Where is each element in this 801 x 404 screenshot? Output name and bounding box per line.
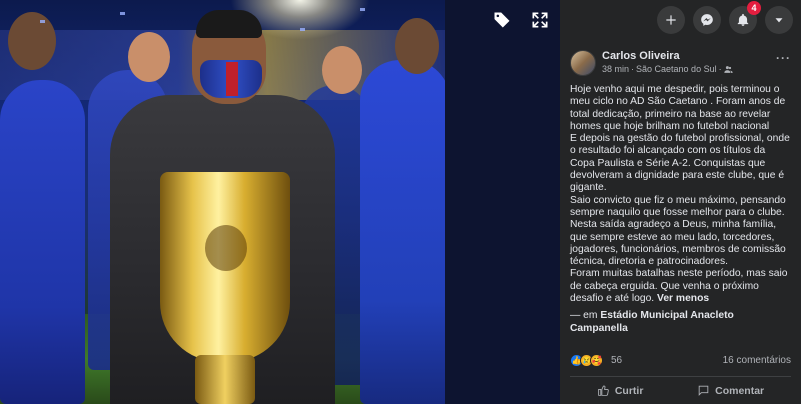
post-side-panel: 4 Carlos Oliveira 38 min · São Caetano d… (560, 0, 801, 404)
player-figure (0, 80, 85, 404)
reaction-count[interactable]: 56 (611, 355, 622, 366)
like-label: Curtir (614, 384, 644, 397)
post-options-button[interactable]: ··· (776, 50, 791, 64)
checkin-prefix: — em (570, 310, 598, 322)
confetti (300, 28, 305, 31)
add-icon (666, 15, 676, 25)
facebook-photo-viewer: 4 Carlos Oliveira 38 min · São Caetano d… (0, 0, 801, 404)
face-mask-stripe (226, 62, 238, 96)
tag-icon[interactable] (490, 8, 514, 32)
trophy-emblem (205, 225, 247, 271)
post-paragraph: Saio convicto que fiz o meu máximo, pens… (570, 194, 786, 218)
meta-separator: · (631, 64, 635, 74)
confetti (120, 12, 125, 15)
notifications-button[interactable]: 4 (729, 1, 761, 34)
photo-overlay-icons (490, 8, 552, 32)
reactions-left[interactable]: 👍 😢 🥰 56 (570, 354, 622, 367)
man-hair (196, 10, 262, 38)
post-header: Carlos Oliveira 38 min · São Caetano do … (560, 40, 801, 82)
post-time[interactable]: 38 min (602, 63, 629, 75)
comment-button[interactable]: Comentar (687, 380, 774, 401)
post-paragraph: E depois na gestão do futebol profission… (570, 133, 790, 194)
player-head (128, 32, 170, 82)
bell-icon (737, 13, 749, 26)
player-head (322, 46, 362, 94)
care-reaction-icon: 🥰 (590, 354, 603, 367)
see-less-link[interactable]: Ver menos (657, 293, 709, 304)
post-photo[interactable] (0, 0, 445, 404)
thumbs-up-icon (598, 385, 609, 396)
comment-label: Comentar (715, 384, 765, 397)
friends-icon[interactable] (723, 65, 733, 74)
expand-icon[interactable] (528, 8, 552, 32)
player-head (8, 12, 56, 70)
author-block: Carlos Oliveira 38 min · São Caetano do … (602, 50, 776, 75)
messenger-icon (701, 14, 713, 26)
comments-count-link[interactable]: 16 comentários (723, 355, 791, 366)
post-paragraph-last: Foram muitas batalhas neste período, mas… (570, 268, 791, 305)
comment-icon (698, 385, 709, 396)
reaction-icons: 👍 😢 🥰 (570, 354, 603, 367)
account-menu-button[interactable] (765, 6, 793, 34)
trophy-base (195, 355, 255, 404)
post-meta: 38 min · São Caetano do Sul · (602, 63, 776, 75)
caret-down-icon (775, 18, 783, 23)
player-head (395, 18, 439, 74)
meta-separator: · (718, 64, 722, 74)
messenger-button[interactable] (693, 6, 721, 34)
post-paragraph: Nesta saída agradeço a Deus, minha famíl… (570, 219, 786, 268)
confetti (40, 20, 45, 23)
post-text: Hoje venho aqui me despedir, pois termin… (560, 82, 801, 335)
author-name[interactable]: Carlos Oliveira (602, 50, 776, 63)
checkin-line: — em Estádio Municipal Anacleto Campanel… (570, 309, 791, 335)
avatar[interactable] (570, 50, 596, 76)
player-figure (360, 60, 445, 404)
confetti (360, 8, 365, 11)
reactions-summary: 👍 😢 🥰 56 16 comentários (570, 354, 791, 367)
top-nav-bar: 4 (560, 0, 801, 40)
notification-badge: 4 (747, 1, 761, 15)
like-button[interactable]: Curtir (587, 380, 654, 401)
post-location[interactable]: São Caetano do Sul (636, 63, 717, 75)
post-paragraph: Hoje venho aqui me despedir, pois termin… (570, 84, 786, 132)
photo-area (0, 0, 560, 404)
create-button[interactable] (657, 6, 685, 34)
post-actions: Curtir Comentar (570, 376, 791, 404)
